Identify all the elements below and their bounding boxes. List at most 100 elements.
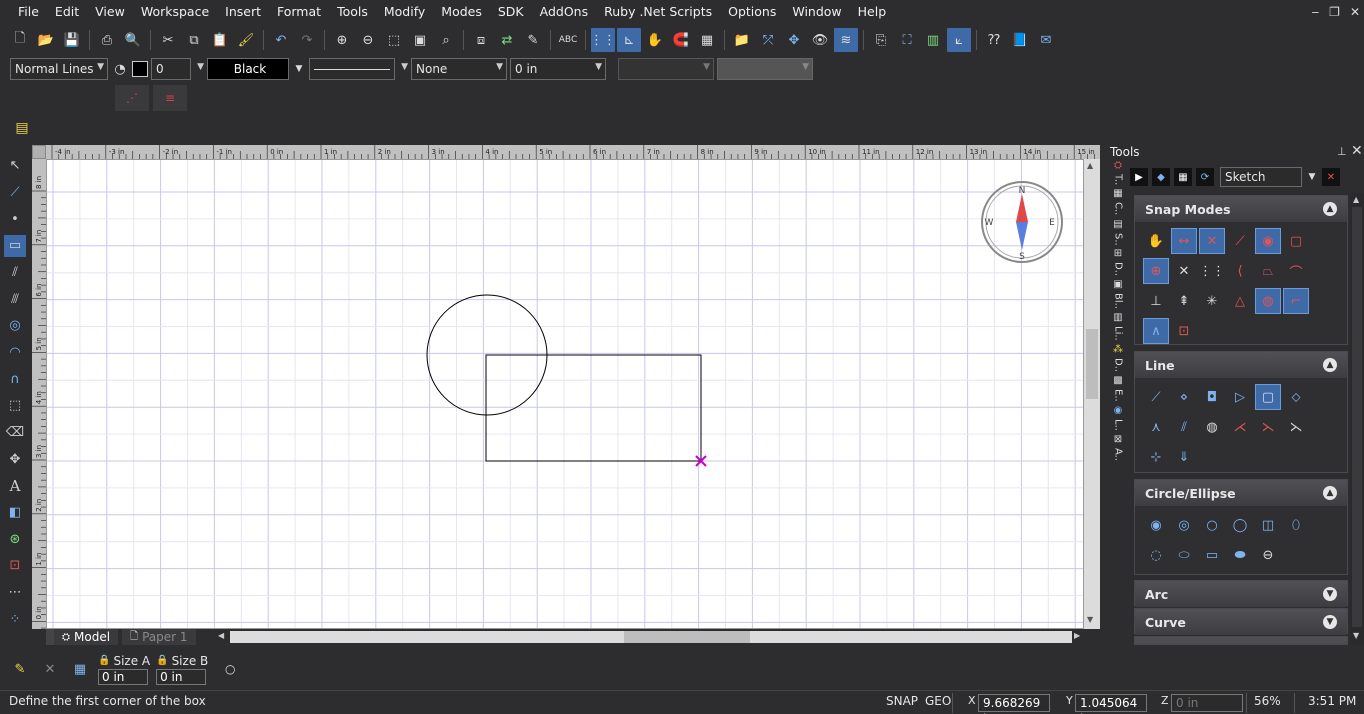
- strip-color-icon[interactable]: ▦: [1113, 188, 1122, 199]
- chevron-up-icon[interactable]: ▲: [1323, 358, 1337, 372]
- snap-curve-icon[interactable]: ⌒: [1283, 258, 1309, 284]
- text-tool-icon[interactable]: A: [4, 475, 26, 497]
- ellipse-icon[interactable]: ⬯: [1283, 512, 1309, 538]
- menu-insert[interactable]: Insert: [217, 0, 269, 24]
- snap-on-line-icon[interactable]: ⟋: [1227, 228, 1253, 254]
- split-line-icon[interactable]: ⇓: [1171, 444, 1197, 470]
- parallel-line-icon[interactable]: ⫽: [1171, 414, 1197, 440]
- redo-icon[interactable]: ↷: [295, 28, 319, 52]
- strip-designer-label[interactable]: D..: [1113, 262, 1124, 276]
- circle-3point-icon[interactable]: ○: [1199, 512, 1225, 538]
- vertical-scrollbar[interactable]: ▲ ▼: [1084, 159, 1100, 629]
- panel-more-header[interactable]: [1135, 637, 1347, 644]
- print-preview-icon[interactable]: 🔍: [121, 28, 145, 52]
- workspace-icon[interactable]: ▤: [10, 117, 34, 139]
- scroll-left-icon[interactable]: ◀: [218, 631, 224, 640]
- circle-inscribed-icon[interactable]: ◫: [1255, 512, 1281, 538]
- new-file-icon[interactable]: 🗋: [8, 28, 32, 52]
- strip-designer-icon[interactable]: ⊞: [1114, 248, 1122, 259]
- snap-perp-icon[interactable]: ⊥: [1143, 288, 1169, 314]
- menu-modes[interactable]: Modes: [433, 0, 490, 24]
- play-icon[interactable]: ▶: [1130, 168, 1148, 186]
- palette-scrollbar[interactable]: ▲ ▼: [1350, 193, 1364, 645]
- inspector-options-icon[interactable]: ▦: [68, 657, 92, 681]
- 3d-box-icon[interactable]: ⬚: [4, 395, 26, 417]
- snap-midpoint-icon[interactable]: ↔: [1171, 228, 1197, 254]
- pin-icon[interactable]: ⊥: [1337, 145, 1347, 158]
- scroll-down-icon[interactable]: ▼: [1087, 615, 1093, 624]
- copy-icon[interactable]: ⧉: [182, 28, 206, 52]
- lock-icon[interactable]: 🔒: [98, 655, 110, 666]
- ellipse-tangent-icon[interactable]: ⬬: [1227, 542, 1253, 568]
- strip-selection-icon[interactable]: ▤: [1113, 219, 1122, 230]
- inspector-tool-icon[interactable]: ✎: [8, 657, 32, 681]
- circle-tool-icon[interactable]: ◎: [4, 315, 26, 337]
- palette-scroll-thumb[interactable]: [1352, 207, 1362, 627]
- tab-paper-1[interactable]: 🗋 Paper 1: [122, 629, 196, 645]
- mail-icon[interactable]: ✉: [1034, 28, 1058, 52]
- multi-line-icon[interactable]: ⫻: [4, 288, 26, 310]
- size-b-input[interactable]: 0 in: [156, 668, 207, 685]
- strip-tools-label[interactable]: T..: [1113, 174, 1124, 185]
- menu-options[interactable]: Options: [720, 0, 784, 24]
- menu-tools[interactable]: Tools: [329, 0, 376, 24]
- bisect-line-icon[interactable]: ⋋: [1255, 414, 1281, 440]
- chevron-up-icon[interactable]: ▲: [1323, 202, 1337, 216]
- transform-tool-icon[interactable]: ✥: [4, 448, 26, 470]
- undo-icon[interactable]: ↶: [269, 28, 293, 52]
- snap-circle-point-icon[interactable]: ◍: [1255, 288, 1281, 314]
- view-icon[interactable]: 👁: [808, 28, 832, 52]
- panel-line-header[interactable]: Line ▲: [1135, 352, 1347, 378]
- transform-icon[interactable]: ⤱: [756, 28, 780, 52]
- layers-icon[interactable]: ⧈: [469, 28, 493, 52]
- select-arrow-icon[interactable]: ↖: [4, 155, 26, 177]
- strip-dimension-label[interactable]: D..: [1113, 358, 1124, 372]
- box-icon[interactable]: ▢: [1255, 384, 1281, 410]
- strip-attributes-icon[interactable]: ⊠: [1114, 434, 1122, 445]
- y-coordinate-field[interactable]: 1.045064 in: [1075, 694, 1147, 714]
- snap-point-icon[interactable]: ⋰: [115, 85, 149, 111]
- pen-width-select[interactable]: 0 ▼: [151, 58, 204, 80]
- scroll-right-icon[interactable]: ▶: [1074, 631, 1080, 640]
- drawing-area[interactable]: N S E W: [47, 160, 1084, 629]
- cut-icon[interactable]: ✂: [156, 28, 180, 52]
- tool-pin-icon[interactable]: ◆: [1152, 168, 1170, 186]
- palette-icon[interactable]: ▥: [921, 28, 945, 52]
- ellipse-arc-icon[interactable]: ⊖: [1255, 542, 1281, 568]
- size-a-input[interactable]: 0 in: [98, 668, 148, 685]
- help-pointer-icon[interactable]: ⁇: [982, 28, 1006, 52]
- tab-model[interactable]: ⛭ Model: [54, 629, 119, 645]
- menu-help[interactable]: Help: [850, 0, 895, 24]
- strip-edit-label[interactable]: E..: [1113, 389, 1124, 402]
- strip-selection-label[interactable]: S..: [1113, 233, 1124, 246]
- arc-tool-icon[interactable]: ◠: [4, 342, 26, 364]
- snap-corner-icon[interactable]: ⌐: [1283, 288, 1309, 314]
- render-icon[interactable]: ⛶: [895, 28, 919, 52]
- zoom-window-icon[interactable]: ⬚: [382, 28, 406, 52]
- menu-addons[interactable]: AddOns: [532, 0, 596, 24]
- vertical-scroll-thumb[interactable]: [1086, 329, 1098, 399]
- snap-box-icon[interactable]: ▢: [1283, 228, 1309, 254]
- selection-info-icon[interactable]: ⇄: [495, 28, 519, 52]
- color-select[interactable]: Black: [207, 58, 289, 80]
- snap-cross-icon[interactable]: ✕: [1171, 258, 1197, 284]
- strip-blocks-icon[interactable]: ▣: [1113, 279, 1122, 290]
- scroll-up-icon[interactable]: ▲: [1353, 195, 1359, 204]
- dimension-tool-icon[interactable]: ⊡: [4, 555, 26, 577]
- strip-layers-icon[interactable]: ◉: [1114, 405, 1123, 416]
- snap-angle-icon[interactable]: ∧: [1143, 318, 1169, 344]
- chevron-down-icon[interactable]: ▼: [1323, 587, 1337, 601]
- menu-workspace[interactable]: Workspace: [133, 0, 217, 24]
- panel-circle-header[interactable]: Circle/Ellipse ▲: [1135, 480, 1347, 506]
- measure-tool-icon[interactable]: ⋯: [4, 582, 26, 604]
- strip-dimension-icon[interactable]: ⁂: [1113, 344, 1123, 355]
- symbol-tool-icon[interactable]: ⊛: [4, 528, 26, 550]
- spellcheck-icon[interactable]: ABC: [556, 28, 580, 52]
- minimize-button[interactable]: ‒: [1312, 5, 1320, 19]
- move-icon[interactable]: ✥: [782, 28, 806, 52]
- snap-grid-icon[interactable]: ⋮⋮: [1199, 258, 1225, 284]
- tangent-line-icon[interactable]: ◍: [1199, 414, 1225, 440]
- restore-button[interactable]: ❐: [1329, 5, 1340, 19]
- snap-library-icon[interactable]: ⊡: [1171, 318, 1197, 344]
- tool-mode-select[interactable]: Sketch: [1220, 167, 1302, 187]
